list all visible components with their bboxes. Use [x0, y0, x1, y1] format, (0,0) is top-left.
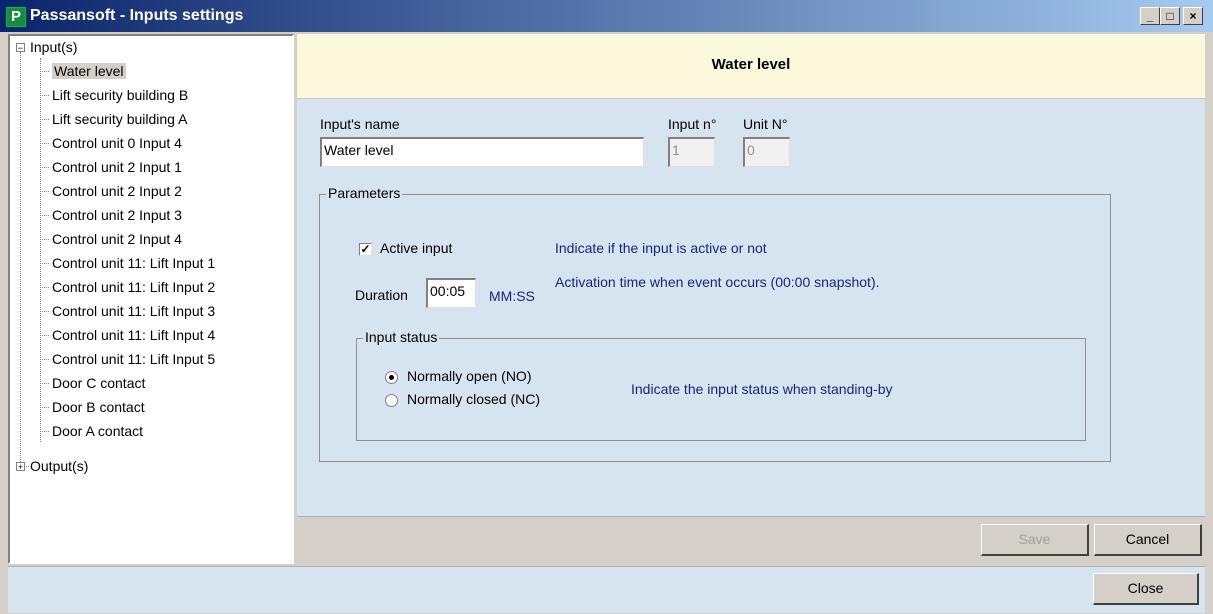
- check-icon: ✓: [360, 242, 371, 256]
- tree-item[interactable]: Control unit 0 Input 4: [52, 132, 182, 154]
- tree-item-label: Control unit 11: Lift Input 3: [52, 303, 216, 319]
- minimize-button[interactable]: _: [1140, 7, 1160, 25]
- tree-item-label: Door C contact: [52, 375, 146, 391]
- tree-connector: [40, 143, 49, 144]
- normally-open-label[interactable]: Normally open (NO): [407, 368, 531, 384]
- parameters-group: Parameters ✓ Active input Indicate if th…: [319, 185, 1111, 462]
- tree-item-label: Lift security building A: [52, 111, 188, 127]
- tree-item[interactable]: Control unit 2 Input 1: [52, 156, 182, 178]
- tree-connector: [40, 119, 49, 120]
- tree-connector: [40, 58, 41, 442]
- input-status-legend: Input status: [363, 329, 440, 345]
- action-bar: Save Cancel: [297, 516, 1205, 565]
- tree-item-label: Control unit 2 Input 1: [52, 159, 182, 175]
- bottom-bar: Close: [8, 566, 1205, 613]
- tree-item-label: Control unit 11: Lift Input 5: [52, 351, 216, 367]
- tree-item-label: Control unit 2 Input 3: [52, 207, 182, 223]
- tree-item[interactable]: Control unit 2 Input 2: [52, 180, 182, 202]
- close-button[interactable]: Close: [1093, 573, 1199, 605]
- tree-item-label: Control unit 2 Input 2: [52, 183, 182, 199]
- unit-number-field: 0: [743, 137, 790, 167]
- tree-item[interactable]: Control unit 2 Input 4: [52, 228, 182, 250]
- duration-field[interactable]: 00:05: [426, 278, 476, 308]
- tree-item-label: Door A contact: [52, 423, 144, 439]
- tree-item[interactable]: Door B contact: [52, 396, 145, 418]
- tree-item-label: Lift security building B: [52, 87, 189, 103]
- active-input-label[interactable]: Active input: [380, 240, 452, 256]
- expand-outputs-icon[interactable]: +: [16, 462, 25, 472]
- tree-connector: [40, 215, 49, 216]
- tree-item-label: Control unit 0 Input 4: [52, 135, 182, 151]
- window-title: Passansoft - Inputs settings: [30, 7, 244, 24]
- tree-item[interactable]: Water level: [52, 60, 126, 82]
- active-input-help: Indicate if the input is active or not: [555, 240, 767, 256]
- tree-connector: [40, 359, 49, 360]
- duration-unit: MM:SS: [489, 288, 535, 304]
- maximize-button[interactable]: □: [1160, 7, 1180, 25]
- tree-connector: [40, 95, 49, 96]
- cancel-button[interactable]: Cancel: [1094, 524, 1202, 556]
- radio-selected-dot: [389, 375, 394, 380]
- inputs-tree[interactable]: − Input(s) Water level Lift security buil…: [8, 34, 294, 564]
- tree-item[interactable]: Control unit 11: Lift Input 4: [52, 324, 215, 346]
- tree-connector: [40, 335, 49, 336]
- unit-number-label: Unit N°: [743, 116, 788, 132]
- title-bar: P Passansoft - Inputs settings _ □ ×: [0, 0, 1213, 32]
- tree-item-label: Water level: [52, 63, 126, 79]
- tree-connector: [40, 71, 49, 72]
- tree-connector: [40, 311, 49, 312]
- tree-item-label: Control unit 11: Lift Input 1: [52, 255, 216, 271]
- duration-label: Duration: [355, 287, 408, 303]
- tree-item[interactable]: Door A contact: [52, 420, 143, 442]
- tree-node-outputs[interactable]: Output(s): [30, 455, 88, 477]
- tree-connector: [40, 383, 49, 384]
- main-panel: Water level Input's name Water level Inp…: [297, 34, 1205, 565]
- parameters-legend: Parameters: [326, 185, 403, 201]
- input-name-field[interactable]: Water level: [320, 137, 644, 167]
- tree-connector: [40, 431, 49, 432]
- tree-connector: [40, 407, 49, 408]
- input-name-label: Input's name: [320, 116, 400, 132]
- tree-item[interactable]: Control unit 11: Lift Input 3: [52, 300, 215, 322]
- tree-item[interactable]: Lift security building B: [52, 84, 188, 106]
- tree-connector: [40, 191, 49, 192]
- input-status-help: Indicate the input status when standing-…: [631, 381, 893, 397]
- header-band: Water level: [297, 34, 1205, 99]
- normally-closed-radio[interactable]: [385, 394, 398, 407]
- tree-connector: [40, 239, 49, 240]
- tree-connector: [40, 263, 49, 264]
- tree-connector: [20, 52, 21, 464]
- tree-item[interactable]: Control unit 2 Input 3: [52, 204, 182, 226]
- active-input-checkbox[interactable]: ✓: [359, 243, 372, 256]
- tree-item[interactable]: Control unit 11: Lift Input 1: [52, 252, 215, 274]
- close-window-button[interactable]: ×: [1183, 7, 1203, 25]
- input-status-group: Input status Normally open (NO) Normally…: [356, 329, 1086, 441]
- tree-item[interactable]: Control unit 11: Lift Input 5: [52, 348, 215, 370]
- app-icon: P: [6, 7, 26, 27]
- tree-item[interactable]: Lift security building A: [52, 108, 187, 130]
- tree-item[interactable]: Control unit 11: Lift Input 2: [52, 276, 215, 298]
- tree-item[interactable]: Door C contact: [52, 372, 145, 394]
- collapse-inputs-icon[interactable]: −: [16, 43, 25, 53]
- input-number-label: Input n°: [668, 116, 717, 132]
- save-button[interactable]: Save: [981, 524, 1089, 556]
- tree-item-label: Control unit 11: Lift Input 2: [52, 279, 216, 295]
- normally-closed-label[interactable]: Normally closed (NC): [407, 391, 540, 407]
- duration-help: Activation time when event occurs (00:00…: [555, 274, 880, 290]
- tree-connector: [40, 167, 49, 168]
- tree-node-inputs[interactable]: Input(s): [30, 36, 77, 58]
- page-title: Water level: [711, 56, 791, 73]
- tree-connector: [40, 287, 49, 288]
- tree-item-label: Control unit 2 Input 4: [52, 231, 182, 247]
- tree-item-label: Door B contact: [52, 399, 145, 415]
- tree-item-label: Control unit 11: Lift Input 4: [52, 327, 216, 343]
- input-number-field: 1: [668, 137, 715, 167]
- normally-open-radio[interactable]: [385, 371, 398, 384]
